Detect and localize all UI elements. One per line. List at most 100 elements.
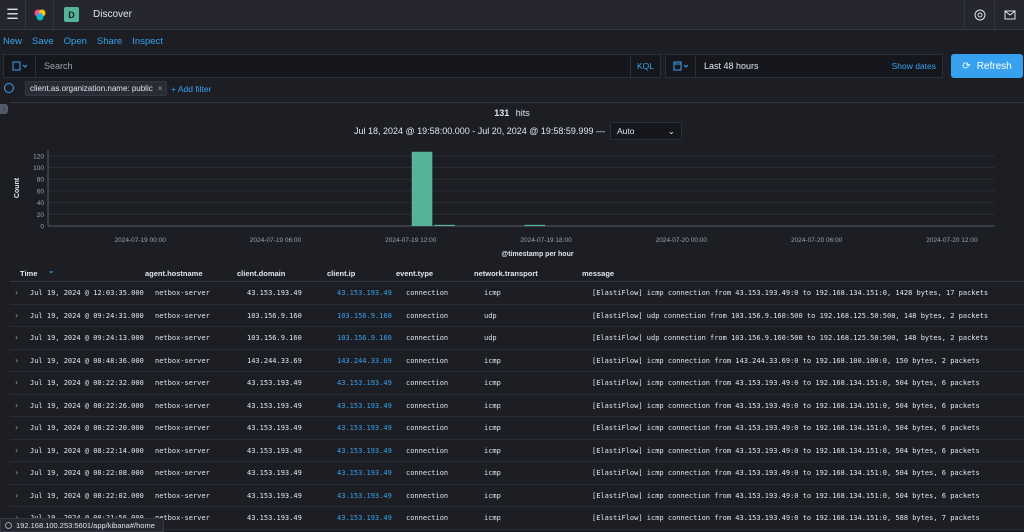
add-filter-button[interactable]: + Add filter xyxy=(171,84,211,94)
table-cell: [ElastiFlow] icmp connection from 43.153… xyxy=(592,401,980,410)
save-button[interactable]: Save xyxy=(32,36,54,47)
expand-row-icon[interactable]: › xyxy=(15,311,18,320)
expand-row-icon[interactable]: › xyxy=(15,468,18,477)
close-icon[interactable]: × xyxy=(158,84,163,93)
column-header[interactable]: client.ip xyxy=(327,269,355,278)
chevron-down-icon: ⌄ xyxy=(667,125,675,136)
filter-options-icon[interactable] xyxy=(4,83,14,93)
table-cell: [ElastiFlow] icmp connection from 43.153… xyxy=(592,469,980,477)
kibana-logo-icon[interactable] xyxy=(26,0,54,30)
table-cell: netbox-server xyxy=(155,379,210,387)
table-cell: Jul 19, 2024 @ 09:24:31.000 xyxy=(30,311,144,320)
column-header[interactable]: client.domain xyxy=(237,269,285,278)
y-tick-label: 60 xyxy=(37,188,45,195)
expand-row-icon[interactable]: › xyxy=(15,288,18,297)
histogram-bar xyxy=(434,224,455,226)
table-cell: 43.153.193.49 xyxy=(247,401,302,410)
date-range-text: Jul 18, 2024 @ 19:58:00.000 - Jul 20, 20… xyxy=(354,126,605,136)
table-row[interactable]: › Jul 19, 2024 @ 08:22:14.000 netbox-serve… xyxy=(10,440,1024,462)
table-cell: icmp xyxy=(484,379,501,387)
table-cell: 43.153.193.49 xyxy=(337,446,392,455)
expand-row-icon[interactable]: › xyxy=(15,356,18,365)
table-cell: udp xyxy=(484,334,497,342)
expand-row-icon[interactable]: › xyxy=(15,378,18,387)
x-tick-label: 2024-07-19 18:00 xyxy=(520,237,572,244)
table-cell: [ElastiFlow] icmp connection from 143.24… xyxy=(592,356,980,365)
expand-row-icon[interactable]: › xyxy=(15,401,18,410)
filter-pill-label: client.as.organization.name: public xyxy=(30,84,153,93)
table-cell: 43.153.193.49 xyxy=(337,514,392,522)
table-cell: netbox-server xyxy=(155,424,210,432)
sort-arrow-icon[interactable]: ⌄ xyxy=(48,266,54,275)
x-axis-label: @timestamp per hour xyxy=(501,251,573,258)
column-header[interactable]: Time xyxy=(20,269,37,278)
x-tick-label: 2024-07-19 00:00 xyxy=(115,237,167,244)
column-header[interactable]: network.transport xyxy=(474,269,538,278)
table-cell: connection xyxy=(406,446,449,455)
table-row[interactable]: › Jul 19, 2024 @ 08:48:36.000 netbox-serve… xyxy=(10,350,1024,372)
expand-row-icon[interactable]: › xyxy=(15,333,18,342)
table-cell: connection xyxy=(406,356,449,365)
expand-row-icon[interactable]: › xyxy=(15,491,18,500)
open-button[interactable]: Open xyxy=(64,36,87,47)
table-row[interactable]: › Jul 19, 2024 @ 08:22:32.000 netbox-serve… xyxy=(10,372,1024,395)
column-header[interactable]: event.type xyxy=(396,269,433,278)
time-range-label[interactable]: Last 48 hours xyxy=(696,61,892,71)
calendar-icon[interactable] xyxy=(666,55,696,77)
inspect-button[interactable]: Inspect xyxy=(132,36,163,47)
table-cell: 43.153.193.49 xyxy=(247,491,302,500)
refresh-button[interactable]: ⟳ Refresh xyxy=(951,54,1023,78)
interval-select[interactable]: Auto ⌄ xyxy=(609,122,682,140)
y-tick-label: 20 xyxy=(37,212,45,219)
table-body: › Jul 19, 2024 @ 12:03:35.000 netbox-serve… xyxy=(10,282,1024,530)
table-cell: connection xyxy=(406,334,449,342)
menu-icon[interactable]: ☰ xyxy=(0,0,26,30)
x-tick-label: 2024-07-20 06:00 xyxy=(791,237,843,244)
table-row[interactable]: › Jul 19, 2024 @ 08:22:08.000 netbox-serve… xyxy=(10,462,1024,485)
show-dates-button[interactable]: Show dates xyxy=(892,61,942,71)
column-header[interactable]: message xyxy=(582,269,614,278)
hits-label: hits xyxy=(515,108,530,118)
histogram-bar xyxy=(524,224,546,226)
share-button[interactable]: Share xyxy=(97,36,122,47)
kql-toggle[interactable]: KQL xyxy=(630,55,660,77)
table-cell: [ElastiFlow] icmp connection from 43.153… xyxy=(592,491,980,500)
table-cell: Jul 19, 2024 @ 08:48:36.000 xyxy=(30,356,144,365)
documents-table: Time ⌄ agent.hostname client.domain client.i… xyxy=(10,264,1024,530)
table-header: Time ⌄ agent.hostname client.domain client.i… xyxy=(10,264,1024,282)
table-row[interactable]: › Jul 19, 2024 @ 08:22:20.000 netbox-serve… xyxy=(10,417,1024,440)
expand-row-icon[interactable]: › xyxy=(15,446,18,455)
table-cell: Jul 19, 2024 @ 08:22:26.000 xyxy=(30,401,144,410)
y-tick-label: 100 xyxy=(33,165,44,172)
filter-pill[interactable]: client.as.organization.name: public × xyxy=(25,81,168,96)
table-cell: connection xyxy=(406,469,449,477)
column-header[interactable]: agent.hostname xyxy=(145,269,203,278)
table-cell: [ElastiFlow] icmp connection from 43.153… xyxy=(592,514,980,522)
table-cell: connection xyxy=(406,289,449,297)
table-row[interactable]: › Jul 19, 2024 @ 09:24:31.000 netbox-serve… xyxy=(10,305,1024,327)
top-nav-bar: ☰ D Discover xyxy=(0,0,1024,30)
table-row[interactable]: › Jul 19, 2024 @ 09:24:13.000 netbox-serve… xyxy=(10,327,1024,350)
table-cell: [ElastiFlow] udp connection from 103.156… xyxy=(592,334,989,342)
saved-query-icon[interactable] xyxy=(4,55,36,77)
table-cell: netbox-server xyxy=(155,446,210,455)
table-row[interactable]: › Jul 19, 2024 @ 08:22:26.000 netbox-serve… xyxy=(10,395,1024,417)
table-row[interactable]: › Jul 19, 2024 @ 12:03:35.000 netbox-serve… xyxy=(10,282,1024,305)
table-cell: 103.156.9.160 xyxy=(247,311,302,320)
table-cell: icmp xyxy=(484,514,501,522)
x-tick-label: 2024-07-20 12:00 xyxy=(926,237,978,244)
search-input[interactable]: Search xyxy=(36,61,630,71)
table-row[interactable]: › Jul 19, 2024 @ 08:22:02.000 netbox-serve… xyxy=(10,485,1024,507)
table-cell: Jul 19, 2024 @ 08:22:14.000 xyxy=(30,446,144,455)
space-avatar[interactable]: D xyxy=(64,7,79,22)
table-cell: icmp xyxy=(484,424,501,432)
table-cell: 43.153.193.49 xyxy=(247,514,302,522)
new-button[interactable]: New xyxy=(3,36,22,47)
mail-icon[interactable] xyxy=(994,0,1024,30)
table-cell: [ElastiFlow] icmp connection from 43.153… xyxy=(592,289,989,297)
table-cell: [ElastiFlow] icmp connection from 43.153… xyxy=(592,424,980,432)
expand-row-icon[interactable]: › xyxy=(15,423,18,432)
help-icon[interactable] xyxy=(964,0,994,30)
table-cell: connection xyxy=(406,311,449,320)
table-cell: icmp xyxy=(484,289,501,297)
